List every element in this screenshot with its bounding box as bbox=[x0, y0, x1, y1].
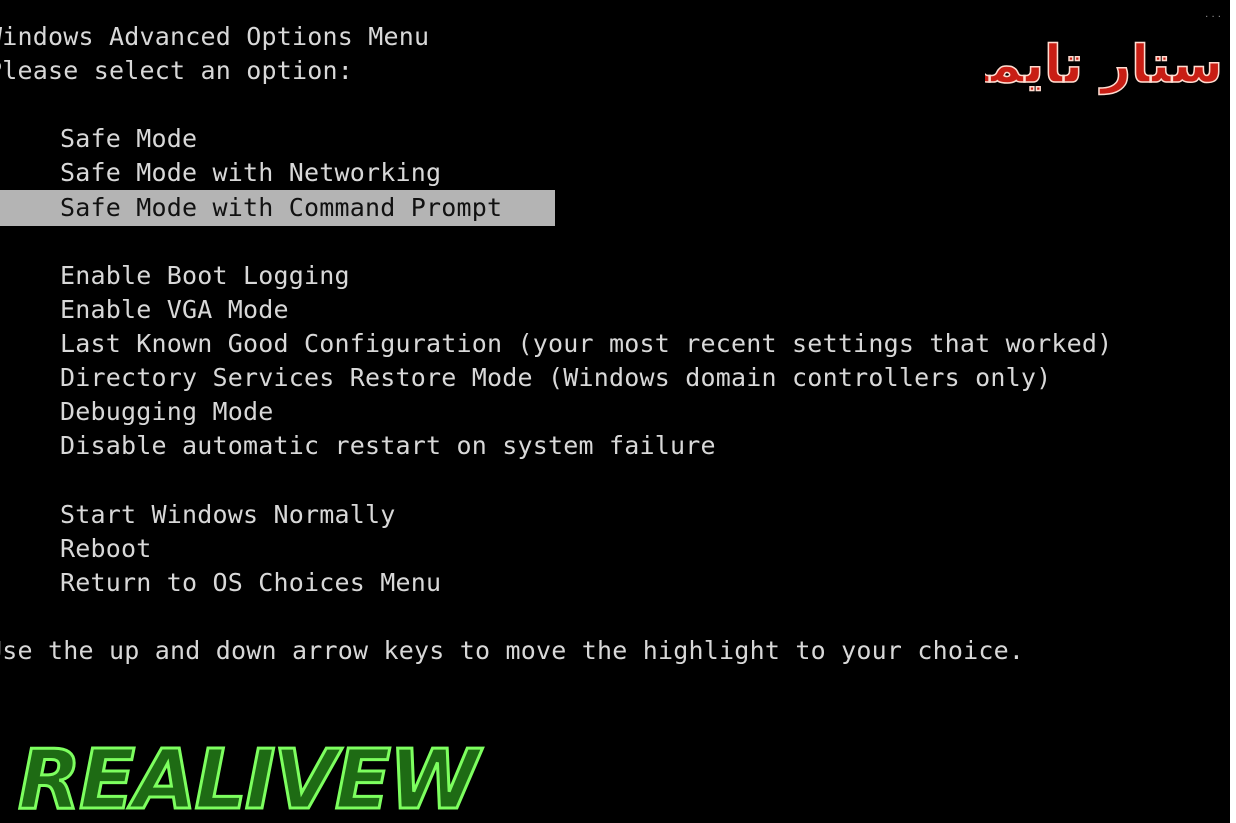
navigation-hint: Use the up and down arrow keys to move t… bbox=[0, 636, 1025, 665]
star-times-logo-text: ستار تايمز bbox=[985, 35, 1223, 95]
option-enable-boot-logging[interactable]: Enable Boot Logging bbox=[60, 259, 350, 293]
option-safe-mode-networking[interactable]: Safe Mode with Networking bbox=[60, 156, 441, 190]
realivew-logo: REALIVEW bbox=[17, 732, 487, 823]
option-disable-auto-restart[interactable]: Disable automatic restart on system fail… bbox=[60, 429, 716, 463]
menu-title: Windows Advanced Options Menu bbox=[0, 22, 430, 51]
option-safe-mode[interactable]: Safe Mode bbox=[60, 122, 197, 156]
option-safe-mode-command-prompt[interactable]: Safe Mode with Command Prompt bbox=[60, 191, 502, 225]
option-reboot[interactable]: Reboot bbox=[60, 532, 152, 566]
option-directory-services-restore[interactable]: Directory Services Restore Mode (Windows… bbox=[60, 361, 1051, 395]
star-times-logo: ستار تايمز · · · bbox=[985, 12, 1224, 96]
option-last-known-good[interactable]: Last Known Good Configuration (your most… bbox=[60, 327, 1112, 361]
svg-text:· · ·: · · · bbox=[1205, 12, 1221, 23]
option-debugging-mode[interactable]: Debugging Mode bbox=[60, 395, 274, 429]
option-return-os-choices[interactable]: Return to OS Choices Menu bbox=[60, 566, 441, 600]
realivew-logo-text: REALIVEW bbox=[18, 733, 483, 823]
option-start-windows-normally[interactable]: Start Windows Normally bbox=[60, 498, 396, 532]
boot-options-screen: Windows Advanced Options Menu Please sel… bbox=[0, 0, 1236, 823]
select-prompt: Please select an option: bbox=[0, 56, 354, 85]
option-enable-vga-mode[interactable]: Enable VGA Mode bbox=[60, 293, 289, 327]
screen-right-edge bbox=[1230, 0, 1236, 823]
